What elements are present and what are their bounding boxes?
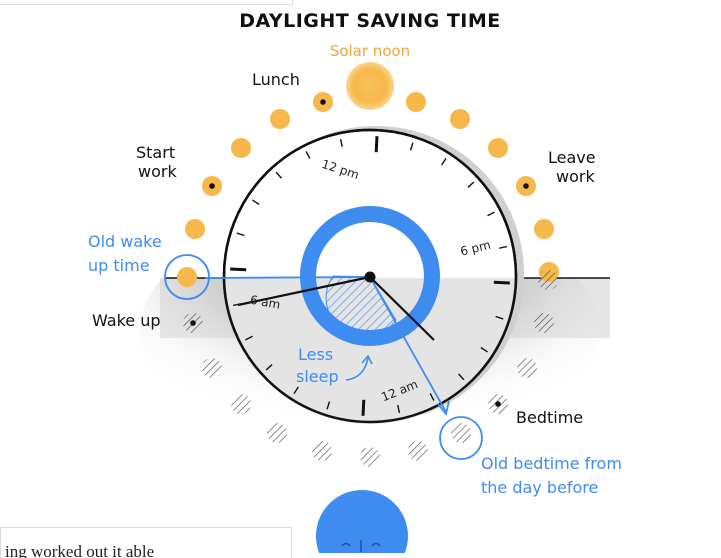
sun-marker — [406, 92, 426, 112]
label-start-work-2: work — [138, 162, 177, 181]
sun-marker — [231, 138, 251, 158]
label-old-wake-1: Old wake — [88, 232, 162, 251]
label-bedtime: Bedtime — [516, 408, 583, 427]
label-wake-up: Wake up — [92, 311, 161, 330]
label-old-bedtime-1: Old bedtime from — [481, 454, 622, 473]
sun-marker — [270, 109, 290, 129]
caption-box: ing worked out it able — [0, 527, 292, 558]
night-marker — [534, 313, 554, 333]
night-marker — [202, 358, 222, 378]
solar-noon-sun — [346, 62, 394, 110]
old-bedtime-marker — [451, 423, 471, 443]
moon — [316, 490, 408, 553]
label-leave-work-1: Leave — [548, 148, 596, 167]
night-marker — [408, 441, 428, 461]
old-wake-line — [204, 276, 371, 279]
event-dot — [209, 183, 215, 189]
night-marker — [312, 441, 332, 461]
label-solar-noon: Solar noon — [330, 42, 410, 60]
old-wake-sun — [177, 267, 197, 287]
label-old-wake-2: up time — [88, 256, 150, 275]
sun-marker — [185, 219, 205, 239]
night-marker — [231, 394, 251, 414]
night-marker — [360, 447, 380, 467]
diagram-title: DAYLIGHT SAVING TIME — [239, 10, 501, 32]
event-dot — [523, 183, 529, 189]
event-dot — [190, 320, 196, 326]
caption-text: ing worked out it able — [5, 542, 155, 558]
clock-tick — [374, 136, 379, 153]
event-dot — [495, 401, 501, 407]
event-dot — [320, 99, 326, 105]
clock-tick — [493, 280, 510, 285]
label-old-bedtime-2: the day before — [481, 478, 598, 497]
clock-center — [364, 271, 376, 283]
night-marker — [267, 423, 287, 443]
label-less-sleep-2: sleep — [296, 367, 339, 386]
label-start-work-1: Start — [136, 143, 175, 162]
dst-diagram: 12 pm 6 pm 6 am 12 am DAYLIGHT SAVING TI… — [88, 10, 622, 553]
label-lunch: Lunch — [252, 70, 300, 89]
sun-marker — [488, 138, 508, 158]
sun-marker — [450, 109, 470, 129]
sun-marker — [534, 219, 554, 239]
clock-tick — [361, 399, 366, 416]
night-marker — [538, 270, 558, 290]
clock-tick — [230, 267, 247, 272]
label-less-sleep-1: Less — [298, 345, 333, 364]
night-marker — [517, 358, 537, 378]
label-leave-work-2: work — [556, 167, 595, 186]
